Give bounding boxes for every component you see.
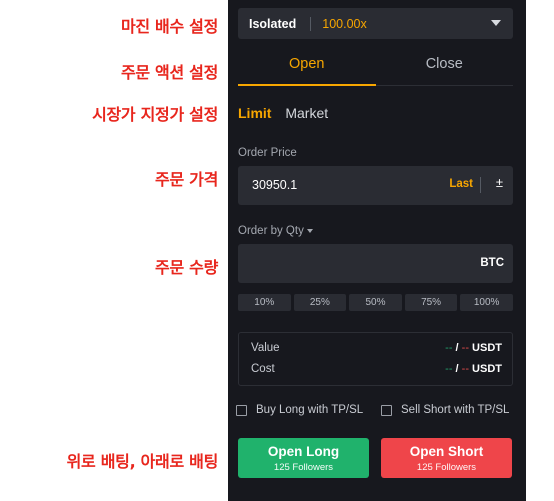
buy-long-tpsl-label: Buy Long with TP/SL [256,404,364,416]
divider [480,177,481,193]
open-long-button[interactable]: Open Long 125 Followers [238,438,369,478]
annotation-price: 주문 가격 [155,170,218,189]
quantity-unit: BTC [480,257,504,269]
sell-short-tpsl-label: Sell Short with TP/SL [401,404,510,416]
tab-open[interactable]: Open [238,46,376,86]
checkbox-icon[interactable] [236,404,247,416]
open-short-label: Open Short [409,444,484,459]
caret-down-icon [306,228,313,233]
order-price-value: 30950.1 [252,178,298,192]
pct-button-100[interactable]: 100% [460,294,513,311]
annotation-buttons: 위로 배팅, 아래로 배팅 [66,452,219,471]
annotation-margin: 마진 배수 설정 [120,17,218,36]
order-by-qty-dropdown[interactable]: Order by Qty [238,225,313,237]
order-type-tabs: Limit Market [238,105,338,121]
order-price-label: Order Price [238,147,297,159]
open-long-label: Open Long [267,444,340,459]
cost-label: Cost [251,363,275,375]
value-amount: -- / -- USDT [445,342,502,354]
order-by-qty-label: Order by Qty [238,225,304,237]
percentage-selector: 10% 25% 50% 75% 100% [238,294,513,311]
pct-button-75[interactable]: 75% [404,294,458,311]
plus-minus-icon[interactable]: ± [496,175,503,190]
open-long-followers: 125 Followers [273,462,334,473]
divider [310,16,312,31]
order-panel: Isolated 100.00x Open Close Limit Market… [228,0,526,501]
pct-button-50[interactable]: 50% [349,294,402,311]
open-short-button[interactable]: Open Short 125 Followers [381,438,512,478]
last-price-button[interactable]: Last [449,178,473,190]
tab-market[interactable]: Market [285,105,328,121]
chevron-down-icon[interactable] [491,20,501,26]
value-row: Value -- / -- USDT [251,342,502,358]
order-summary: Value -- / -- USDT Cost -- / -- USDT [238,332,513,386]
margin-selector[interactable]: Isolated 100.00x [238,8,513,39]
order-action-tabs: Open Close [238,46,513,86]
quantity-input[interactable]: BTC [238,244,513,283]
cost-row: Cost -- / -- USDT [251,363,502,379]
tab-close[interactable]: Close [375,46,513,86]
sell-short-tpsl-checkbox[interactable]: Sell Short with TP/SL [381,404,509,416]
pct-button-10[interactable]: 10% [238,294,291,311]
annotation-order-action: 주문 액션 설정 [120,63,218,82]
open-short-followers: 125 Followers [416,462,477,473]
pct-button-25[interactable]: 25% [293,294,347,311]
buy-long-tpsl-checkbox[interactable]: Buy Long with TP/SL [236,404,363,416]
leverage-value: 100.00x [322,16,367,31]
margin-mode: Isolated [249,16,297,31]
annotation-order-type: 시장가 지정가 설정 [92,105,218,124]
annotation-quantity: 주문 수량 [155,258,218,277]
value-label: Value [251,342,280,354]
tab-limit[interactable]: Limit [238,105,271,121]
cost-amount: -- / -- USDT [445,363,502,375]
checkbox-icon[interactable] [381,404,392,416]
order-price-field[interactable]: 30950.1 Last ± [238,166,513,205]
